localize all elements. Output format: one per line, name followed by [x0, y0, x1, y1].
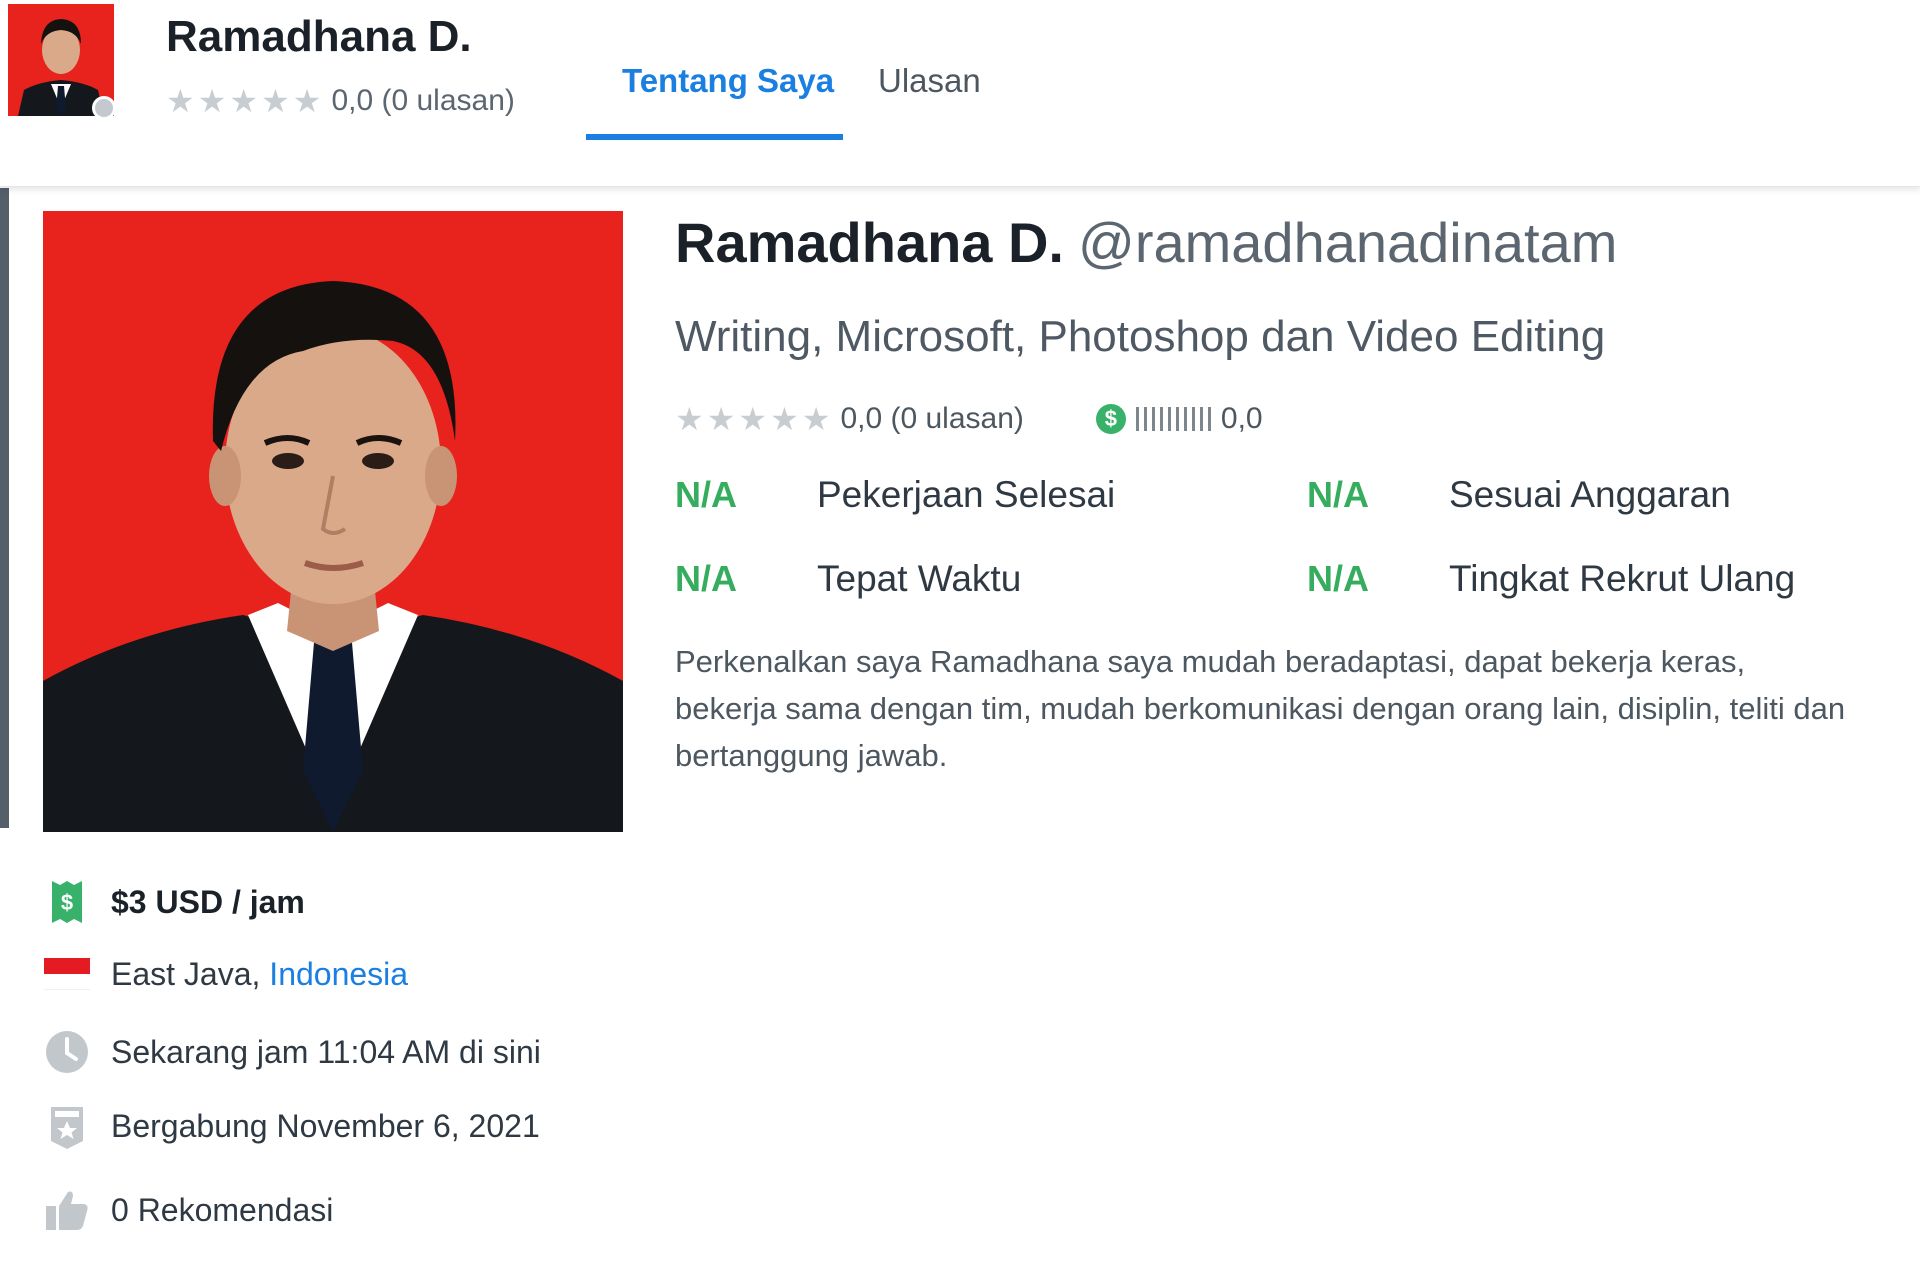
stat-label: Pekerjaan Selesai: [817, 474, 1116, 515]
active-tab-indicator: [586, 134, 843, 140]
hourly-rate-text: $3 USD / jam: [111, 883, 305, 920]
recommendations-text: 0 Rekomendasi: [111, 1191, 334, 1228]
stat-label: Tepat Waktu: [817, 558, 1022, 599]
header-name: Ramadhana D.: [166, 12, 472, 61]
star-icon: ★: [166, 83, 195, 119]
flag-indonesia-icon: [43, 950, 91, 998]
star-icon: ★: [261, 83, 290, 119]
join-date: Bergabung November 6, 2021: [43, 1102, 540, 1150]
location-text: East Java, Indonesia: [111, 956, 408, 993]
stat-label: Sesuai Anggaran: [1449, 474, 1731, 515]
local-time: Sekarang jam 11:04 AM di sini: [43, 1028, 541, 1076]
tab-tentang-saya[interactable]: Tentang Saya: [622, 62, 834, 100]
header-rating: ★ ★ ★ ★ ★ 0,0 (0 ulasan): [166, 84, 515, 118]
location-country-link[interactable]: Indonesia: [269, 956, 408, 992]
tab-ulasan[interactable]: Ulasan: [878, 62, 981, 100]
star-icon: ★: [292, 83, 322, 119]
thumbs-up-icon: [43, 1186, 91, 1234]
location: East Java, Indonesia: [43, 950, 408, 998]
left-edge-strip: [0, 188, 9, 828]
stat-value: N/A: [1307, 558, 1369, 599]
stat-value: N/A: [1307, 474, 1369, 515]
profile-bio: Perkenalkan saya Ramadhana saya mudah be…: [675, 644, 1846, 773]
recommendations: 0 Rekomendasi: [43, 1186, 333, 1234]
portrait-illustration: [43, 211, 623, 832]
profile-rating-row: ★ ★ ★ ★ ★ 0,0 (0 ulasan) $ 0,0: [675, 402, 1263, 436]
stat-tepat-waktu: N/A Tepat Waktu: [675, 558, 1021, 600]
svg-text:$: $: [61, 890, 73, 915]
stat-label: Tingkat Rekrut Ulang: [1449, 558, 1796, 599]
header-rating-stars: ★ ★ ★ ★ ★: [166, 85, 321, 117]
badge-icon: [43, 1102, 91, 1150]
location-region: East Java,: [111, 955, 270, 992]
stats-grid: N/A Pekerjaan Selesai N/A Sesuai Anggara…: [675, 474, 1875, 624]
profile-photo: [43, 211, 623, 832]
profile-rating-stars: ★ ★ ★ ★ ★: [675, 403, 830, 435]
money-bill-icon: $: [43, 878, 91, 926]
star-icon: ★: [706, 401, 736, 437]
stat-value: N/A: [675, 474, 737, 515]
star-icon: ★: [675, 401, 704, 437]
online-status-dot: [92, 96, 116, 120]
hourly-rate: $ $3 USD / jam: [43, 878, 305, 926]
clock-icon: [43, 1028, 91, 1076]
star-icon: ★: [229, 83, 259, 119]
stat-sesuai-anggaran: N/A Sesuai Anggaran: [1307, 474, 1731, 516]
stat-tingkat-rekrut-ulang: N/A Tingkat Rekrut Ulang: [1307, 558, 1795, 600]
header-rating-text: 0,0 (0 ulasan): [331, 84, 515, 117]
dollar-icon: $: [1095, 404, 1126, 434]
star-icon: ★: [738, 401, 768, 437]
earnings-text: 0,0: [1220, 402, 1263, 435]
star-icon: ★: [801, 401, 831, 437]
star-icon: ★: [197, 83, 227, 119]
stat-value: N/A: [675, 558, 737, 599]
profile-handle: @ramadhanadinatam: [1078, 211, 1618, 274]
stat-pekerjaan-selesai: N/A Pekerjaan Selesai: [675, 474, 1115, 516]
earnings-score[interactable]: $ 0,0: [1095, 402, 1263, 436]
profile-header: Ramadhana D. ★ ★ ★ ★ ★ 0,0 (0 ulasan) Te…: [0, 0, 1920, 187]
local-time-text: Sekarang jam 11:04 AM di sini: [111, 1033, 541, 1070]
profile-name-line: Ramadhana D. @ramadhanadinatam: [675, 210, 1617, 275]
join-date-text: Bergabung November 6, 2021: [111, 1107, 540, 1144]
profile-name: Ramadhana D.: [675, 211, 1064, 274]
profile-tagline: Writing, Microsoft, Photoshop dan Video …: [675, 312, 1606, 361]
star-icon: ★: [770, 401, 799, 437]
earnings-bars: [1135, 407, 1211, 431]
profile-rating-text[interactable]: 0,0 (0 ulasan): [840, 402, 1023, 436]
